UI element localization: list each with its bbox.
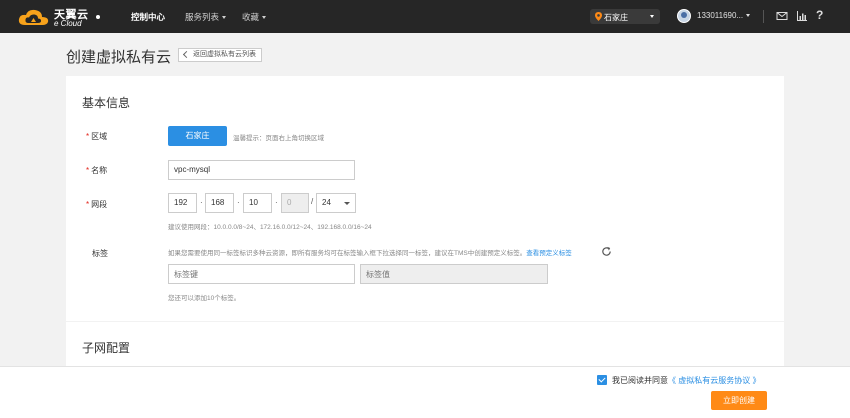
cidr-dot: · [237,198,240,207]
avatar[interactable] [677,9,691,23]
cidr-dot: · [275,198,278,207]
cidr-octet-3-input[interactable]: 10 [243,193,272,213]
mask-select-value: 24 [322,198,331,207]
footer-bar: 我已阅读并同意《 虚拟私有云服务协议 》 立即创建 [0,366,850,418]
required-marker: * [86,200,90,209]
cidr-dot: · [200,198,203,207]
logo-dot [96,15,100,19]
tag-key-input[interactable] [168,264,355,284]
agree-text: 我已阅读并同意《 虚拟私有云服务协议 》 [612,375,760,386]
tag-limit-hint: 您还可以添加10个标签。 [168,295,241,302]
service-agreement-link[interactable]: 《 虚拟私有云服务协议 》 [668,376,760,385]
chevron-down-icon [222,16,227,20]
chevron-down-icon [650,15,654,18]
nav-service-list[interactable]: 服务列表 [185,11,227,23]
agree-prefix: 我已阅读并同意 [612,376,668,385]
mail-icon[interactable] [776,10,788,22]
user-name: 133011690... [697,11,744,20]
region-select-value: 石家庄 [604,13,628,22]
page-title: 创建虚拟私有云 [66,49,172,66]
name-label: * 名称 [86,165,107,176]
agree-checkbox[interactable] [597,375,607,385]
required-marker: * [86,132,90,141]
brand-english: e Cloud [54,19,82,28]
required-marker: * [86,166,90,175]
region-select[interactable]: 石家庄 [590,9,660,24]
region-label: * 区域 [86,131,107,142]
tag-description-text: 如果您需要使用同一标签标识多种云资源，即所有服务均可在标签输入框下拉选择同一标签… [168,250,527,257]
chevron-down-icon [344,202,350,205]
chevron-left-icon [182,50,191,59]
cidr-label-text: 网段 [91,200,108,209]
tag-label: 标签 [92,249,108,258]
chevron-down-icon [746,14,751,18]
name-input[interactable]: vpc-mysql [168,160,355,180]
ecloud-logo[interactable]: 天翼云 e Cloud [17,3,105,29]
nav-service-list-label: 服务列表 [185,12,220,22]
chart-icon[interactable] [796,10,808,22]
back-to-vpc-list-button[interactable]: 返回虚拟私有云列表 [178,48,262,62]
section-title-basic: 基本信息 [82,96,131,110]
create-now-button[interactable]: 立即创建 [711,391,767,410]
topbar-divider [763,10,764,23]
cidr-octet-1-input[interactable]: 192 [168,193,197,213]
tag-description: 如果您需要使用同一标签标识多种云资源，即所有服务均可在标签输入框下拉选择同一标签… [168,247,572,257]
nav-favorites[interactable]: 收藏 [242,11,267,23]
name-label-text: 名称 [91,166,108,175]
cidr-label: * 网段 [86,199,107,210]
cidr-hint: 建议使用网段：10.0.0.0/8~24、172.16.0.0/12~24、19… [168,224,372,231]
tag-value-input [360,264,548,284]
region-label-text: 区域 [91,132,108,141]
user-menu[interactable]: 133011690... [697,11,751,20]
cidr-octet-4-input: 0 [281,193,309,213]
refresh-icon[interactable] [601,246,612,257]
back-button-label: 返回虚拟私有云列表 [193,51,256,58]
mask-select[interactable]: 24 [316,193,356,213]
nav-favorites-label: 收藏 [242,12,260,22]
cidr-octet-2-input[interactable]: 168 [205,193,234,213]
cloud-logo-icon [18,9,49,25]
region-button[interactable]: 石家庄 [168,126,227,146]
subnet-config-card [66,322,784,372]
location-pin-icon [595,12,602,21]
chevron-down-icon [262,16,267,20]
nav-control-center[interactable]: 控制中心 [131,11,165,23]
help-icon[interactable]: ? [816,8,823,22]
cidr-slash: / [311,197,314,206]
region-hint: 温馨提示：页面右上角切换区域 [233,135,324,142]
view-predefined-tags-link[interactable]: 查看预定义标签 [526,250,572,257]
section-title-subnet: 子网配置 [82,341,131,355]
top-navbar: 天翼云 e Cloud 控制中心 服务列表 收藏 石家庄 133011690..… [0,0,850,33]
